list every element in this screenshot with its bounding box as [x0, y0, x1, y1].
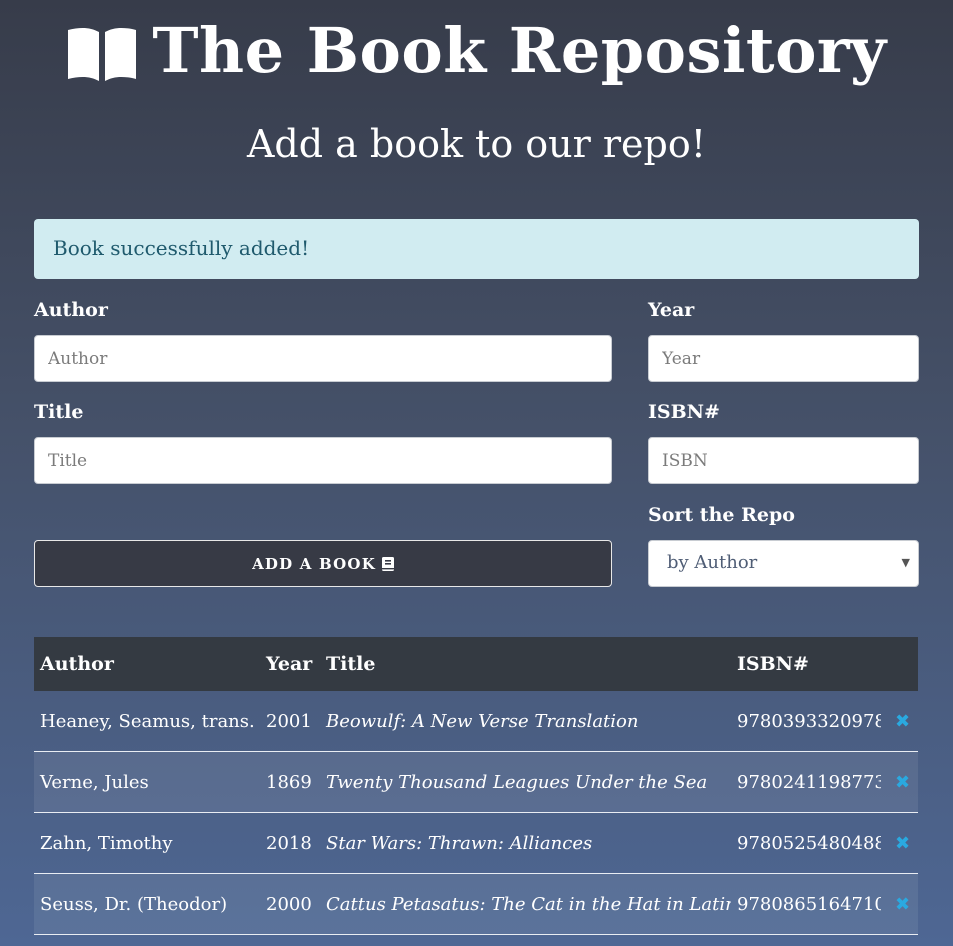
title-cell: Beowulf: A New Verse Translation [320, 691, 731, 752]
column-header-actions [881, 637, 918, 691]
open-book-icon [68, 27, 137, 81]
author-label: Author [34, 299, 108, 321]
author-cell: Verne, Jules [34, 751, 260, 813]
author-input[interactable] [34, 335, 612, 382]
column-header-year: Year [260, 637, 320, 691]
title-cell: Star Wars: Thrawn: Alliances [320, 812, 731, 874]
page-subtitle: Add a book to our repo! [246, 122, 707, 166]
year-input[interactable] [648, 335, 919, 382]
delete-icon[interactable]: ✖ [881, 751, 918, 813]
add-book-button[interactable]: ADD A BOOK [34, 540, 612, 587]
isbn-cell: 9780241198773 [731, 751, 881, 813]
sort-label: Sort the Repo [648, 504, 795, 526]
table-row: Verne, Jules 1869 Twenty Thousand League… [34, 751, 918, 813]
delete-icon[interactable]: ✖ [881, 691, 918, 752]
isbn-input[interactable] [648, 437, 919, 484]
dropdown-arrow-icon: ▼ [901, 556, 910, 569]
site-title: The Book Repository [152, 14, 887, 87]
year-cell: 2000 [260, 873, 320, 935]
title-cell: Cattus Petasatus: The Cat in the Hat in … [320, 873, 731, 935]
author-cell: Zahn, Timothy [34, 812, 260, 874]
alert-message: Book successfully added! [53, 236, 310, 260]
author-cell: Seuss, Dr. (Theodor) [34, 873, 260, 935]
column-header-author: Author [34, 637, 260, 691]
column-header-title: Title [320, 637, 731, 691]
success-alert: Book successfully added! [34, 219, 919, 279]
sort-select[interactable]: by Author ▼ [648, 540, 919, 587]
table-row: Seuss, Dr. (Theodor) 2000 Cattus Petasat… [34, 873, 918, 935]
table-row: Heaney, Seamus, trans. 2001 Beowulf: A N… [34, 691, 918, 752]
site-header: The Book Repository [0, 14, 953, 87]
title-label: Title [34, 401, 84, 423]
isbn-label: ISBN# [648, 401, 720, 423]
delete-icon[interactable]: ✖ [881, 812, 918, 874]
delete-icon[interactable]: ✖ [881, 873, 918, 935]
year-cell: 2001 [260, 691, 320, 752]
author-cell: Heaney, Seamus, trans. [34, 691, 260, 752]
year-cell: 1869 [260, 751, 320, 813]
isbn-cell: 9780865164710 [731, 873, 881, 935]
books-table: Author Year Title ISBN# Heaney, Seamus, … [34, 637, 918, 935]
title-input[interactable] [34, 437, 612, 484]
title-cell: Twenty Thousand Leagues Under the Sea [320, 751, 731, 813]
column-header-isbn: ISBN# [731, 637, 881, 691]
table-header-row: Author Year Title ISBN# [34, 637, 918, 691]
year-label: Year [648, 299, 695, 321]
add-book-label: ADD A BOOK [252, 554, 376, 573]
isbn-cell: 9780525480488 [731, 812, 881, 874]
book-icon [381, 556, 394, 571]
year-cell: 2018 [260, 812, 320, 874]
sort-selected-value: by Author [667, 552, 758, 573]
table-row: Zahn, Timothy 2018 Star Wars: Thrawn: Al… [34, 812, 918, 874]
isbn-cell: 9780393320978 [731, 691, 881, 752]
